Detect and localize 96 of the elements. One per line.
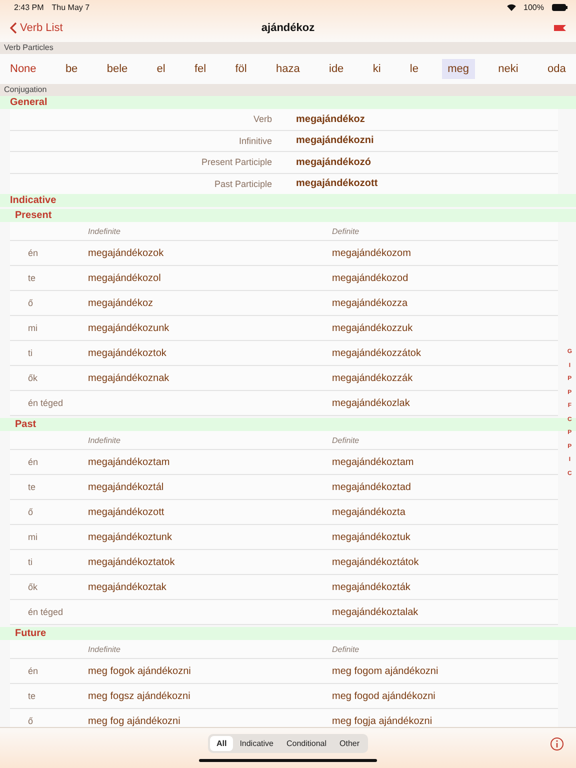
person-label: ő <box>27 507 34 517</box>
particle-button[interactable]: None <box>4 59 42 79</box>
person-label: én <box>27 248 40 258</box>
status-date: Thu May 7 <box>52 2 90 12</box>
table-cell-text: megajándékoztatok <box>88 556 176 568</box>
form-value: megajándékozó <box>296 156 372 168</box>
table-cell-text: megajándékoznak <box>88 372 170 384</box>
person-label: én téged <box>27 398 64 408</box>
person-label: mi <box>27 532 38 542</box>
particle-button[interactable]: neki <box>492 59 524 79</box>
form-value: megajándékozni <box>296 135 375 146</box>
table-cell-text: megajándékoztad <box>332 482 412 492</box>
particle-button[interactable]: oda <box>542 59 572 79</box>
flag-icon[interactable] <box>554 25 566 31</box>
table-cell-text: megajándékoz <box>88 298 154 308</box>
particle-button[interactable]: föl <box>229 59 253 79</box>
particle-button[interactable]: el <box>150 59 172 79</box>
form-label: Past Participle <box>213 178 272 189</box>
column-header: Indefinite <box>88 436 122 444</box>
table-cell-text: meg fog ajándékozni <box>88 716 182 726</box>
table-cell-text: megajándékoztak <box>88 582 168 592</box>
table-cell-text: megajándékozzuk <box>332 322 414 334</box>
table-cell-text: megajándékozod <box>332 272 410 284</box>
person-label: ő <box>27 298 34 308</box>
column-header: Definite <box>332 436 360 444</box>
table-cell-text: megajándékoztunk <box>88 532 173 542</box>
section-heading: Future <box>0 627 576 640</box>
particle-button[interactable]: ide <box>323 59 350 79</box>
particle-button[interactable]: meg <box>442 59 476 79</box>
filter-tab[interactable]: Conditional <box>280 736 333 751</box>
form-label: Verb <box>252 114 272 124</box>
person-label: mi <box>27 323 38 333</box>
person-label: ti <box>27 348 34 358</box>
table-cell-text: megajándékoztál <box>88 482 165 492</box>
back-button[interactable]: Verb List <box>10 22 63 34</box>
table-cell-text: meg fogom ajándékozni <box>332 666 440 676</box>
person-label: te <box>27 482 37 492</box>
filter-tab[interactable]: All <box>210 736 233 751</box>
table-cell-text: megajándékoztam <box>332 456 415 468</box>
column-header: Indefinite <box>88 226 122 236</box>
table-cell-text: megajándékoztam <box>88 456 171 468</box>
person-label: ti <box>27 557 34 567</box>
table-cell-text: megajándékozza <box>332 298 409 308</box>
column-header: Definite <box>332 226 360 236</box>
form-label: Infinitive <box>238 136 272 146</box>
section-heading: General <box>0 96 576 109</box>
particle-button[interactable]: be <box>59 59 84 79</box>
section-header: Conjugation <box>0 84 576 96</box>
table-cell-text: megajándékoztok <box>88 348 168 358</box>
column-header: Definite <box>332 644 360 654</box>
particle-button[interactable]: bele <box>100 59 134 79</box>
particle-button[interactable]: haza <box>270 59 306 79</box>
status-time: 2:43 PM <box>14 2 44 12</box>
table-cell-text: megajándékoztuk <box>332 532 412 542</box>
column-header: Indefinite <box>88 644 122 654</box>
table-cell-text: meg fogok ajándékozni <box>88 666 192 676</box>
table-cell-text: meg fogja ajándékozni <box>332 716 434 726</box>
table-cell-text: megajándékozunk <box>88 322 170 334</box>
table-cell-text: megajándékozol <box>88 272 162 284</box>
person-label: te <box>27 273 37 283</box>
person-label: én <box>27 457 40 467</box>
table-cell-text: meg fogsz ajándékozni <box>88 690 192 702</box>
table-cell-text: megajándékozom <box>332 248 412 258</box>
person-label: te <box>27 691 37 701</box>
section-heading: Indicative <box>0 194 576 207</box>
form-value: megajándékoz <box>296 114 366 125</box>
form-value: megajándékozott <box>296 178 379 190</box>
filter-tab[interactable]: Other <box>334 736 366 751</box>
battery-percent: 100% <box>524 2 544 12</box>
table-cell-text: megajándékozott <box>88 506 166 518</box>
table-cell-text: megajándékozta <box>332 506 406 518</box>
particle-button[interactable]: fel <box>188 59 212 79</box>
filter-tab[interactable]: Indicative <box>234 736 280 751</box>
table-cell-text: megajándékoztalak <box>332 606 420 618</box>
table-cell-text: megajándékozták <box>332 582 412 592</box>
chevron-left-icon <box>10 22 17 34</box>
window-title: ajándékoz <box>261 22 315 34</box>
table-cell-text: megajándékoztátok <box>332 556 420 568</box>
particle-button[interactable]: ki <box>366 59 387 79</box>
particle-button[interactable]: le <box>404 59 424 79</box>
section-heading: Present <box>0 209 576 222</box>
wifi-icon <box>506 4 516 10</box>
table-cell-text: meg fogod ajándékozni <box>332 690 436 702</box>
person-label: ők <box>27 582 39 592</box>
table-cell-text: megajándékozzátok <box>332 348 422 358</box>
person-label: ő <box>27 716 34 726</box>
table-cell-text: megajándékozok <box>88 248 165 258</box>
info-icon[interactable] <box>550 737 564 751</box>
person-label: én <box>27 666 40 676</box>
person-label: ők <box>27 373 39 383</box>
form-label: Present Participle <box>200 157 272 168</box>
table-cell-text: megajándékozlak <box>332 398 411 408</box>
battery-icon <box>552 4 568 10</box>
section-header: Verb Particles <box>0 42 576 54</box>
person-label: én téged <box>27 607 64 617</box>
table-cell-text: megajándékozzák <box>332 372 414 384</box>
